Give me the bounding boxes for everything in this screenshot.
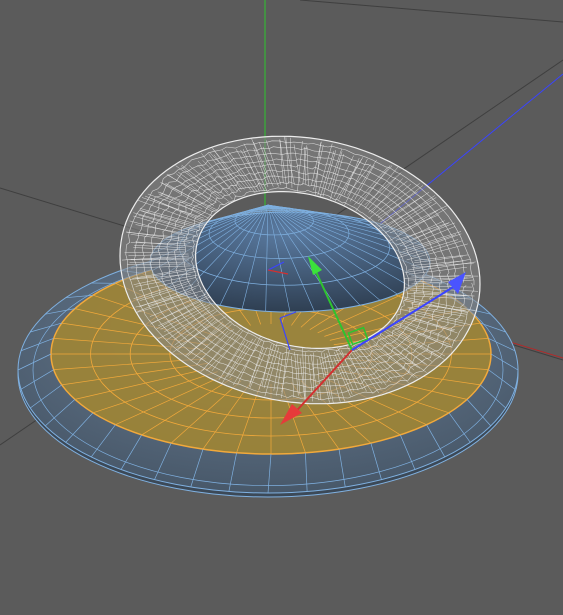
3d-viewport[interactable] (0, 0, 563, 615)
scene-canvas[interactable] (0, 0, 563, 615)
